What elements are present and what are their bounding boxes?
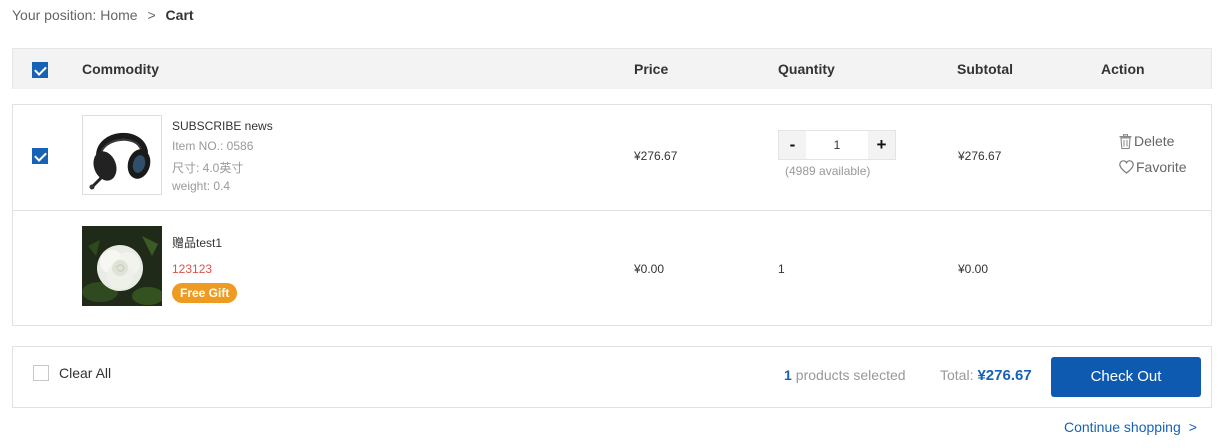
clear-all-checkbox[interactable] [33, 365, 49, 381]
selected-count-number: 1 [784, 367, 792, 383]
breadcrumb-prefix: Your position: [12, 7, 97, 23]
stock-available: (4989 available) [785, 164, 871, 178]
favorite-label: Favorite [1136, 159, 1187, 175]
cart-items: SUBSCRIBE news Item NO.: 0586 尺寸: 4.0英寸 … [12, 104, 1212, 326]
product-name[interactable]: SUBSCRIBE news [172, 119, 273, 133]
quantity-decrease-button[interactable]: - [779, 131, 806, 159]
trash-icon [1119, 133, 1132, 149]
quantity-input[interactable]: 1 [806, 131, 868, 159]
header-quantity: Quantity [778, 61, 835, 77]
continue-shopping-link[interactable]: Continue shopping > [1064, 419, 1197, 435]
header-action: Action [1101, 61, 1145, 77]
gift-name[interactable]: 赠品test1 [172, 234, 222, 251]
cart-item-row-gift: 赠品test1 123123 Free Gift ¥0.00 1 ¥0.00 [13, 211, 1211, 325]
item-price: ¥276.67 [634, 149, 678, 163]
header-subtotal: Subtotal [957, 61, 1013, 77]
breadcrumb: Your position: Home > Cart [12, 7, 194, 23]
chevron-right-icon: > [1188, 419, 1197, 435]
selected-count: 1 products selected [784, 367, 906, 383]
continue-shopping-label: Continue shopping [1064, 419, 1181, 435]
total-amount: ¥276.67 [977, 367, 1032, 384]
breadcrumb-home-link[interactable]: Home [100, 7, 137, 23]
delete-button[interactable]: Delete [1119, 133, 1174, 149]
order-total: Total: ¥276.67 [940, 367, 1032, 384]
gift-quantity: 1 [778, 262, 785, 276]
quantity-stepper: - 1 + [778, 130, 896, 160]
item-subtotal: ¥276.67 [958, 149, 1002, 163]
selected-count-label: products selected [795, 367, 906, 383]
product-thumbnail[interactable] [82, 115, 162, 195]
header-commodity: Commodity [82, 61, 159, 77]
clear-all-button[interactable]: Clear All [59, 365, 111, 381]
cart-footer: Clear All 1 products selected Total: ¥276.… [12, 346, 1212, 408]
breadcrumb-separator: > [147, 7, 156, 23]
breadcrumb-current: Cart [165, 7, 194, 23]
checkout-button[interactable]: Check Out [1051, 357, 1201, 397]
gift-code: 123123 [172, 262, 213, 276]
total-label: Total: [940, 367, 974, 383]
gift-price: ¥0.00 [634, 262, 665, 276]
quantity-increase-button[interactable]: + [868, 131, 895, 159]
free-gift-badge: Free Gift [172, 283, 238, 303]
gift-subtotal: ¥0.00 [958, 262, 989, 276]
item-checkbox[interactable] [32, 148, 48, 164]
select-all-checkbox[interactable] [32, 62, 48, 78]
product-size: 尺寸: 4.0英寸 [172, 161, 244, 175]
delete-label: Delete [1134, 133, 1175, 149]
gift-thumbnail[interactable] [82, 226, 162, 306]
white-rose-image [82, 226, 162, 306]
product-item-no: Item NO.: 0586 [172, 139, 254, 153]
product-weight: weight: 0.4 [172, 179, 231, 193]
heart-icon [1119, 160, 1134, 174]
cart-table-header: Commodity Price Quantity Subtotal Action [12, 48, 1212, 89]
headset-image [83, 116, 161, 194]
favorite-button[interactable]: Favorite [1119, 159, 1187, 175]
header-price: Price [634, 61, 669, 77]
cart-item-row: SUBSCRIBE news Item NO.: 0586 尺寸: 4.0英寸 … [13, 105, 1211, 211]
